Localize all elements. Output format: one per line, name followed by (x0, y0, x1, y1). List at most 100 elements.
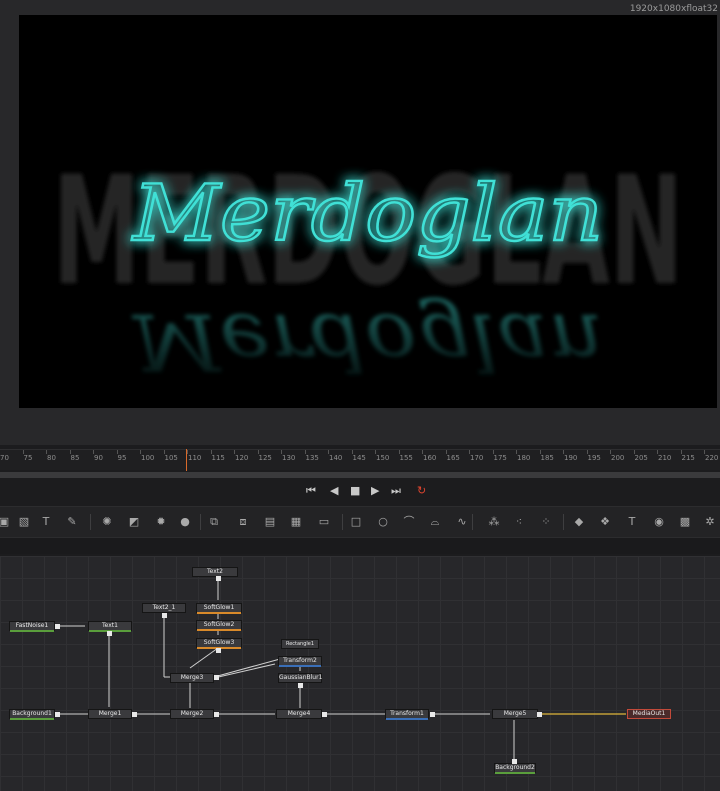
node-text2[interactable]: Text2 (192, 567, 238, 577)
node-transform1[interactable]: Transform1 (385, 709, 429, 720)
node-fastnoise1[interactable]: FastNoise1 (9, 621, 55, 632)
paint-icon[interactable]: ▧ (16, 514, 32, 530)
node-background2[interactable]: Background2 (494, 763, 536, 774)
color-corrector-icon[interactable]: ◩ (126, 514, 142, 530)
timeline-tick-label: 80 (47, 454, 56, 462)
node-output-pin[interactable] (322, 712, 327, 717)
timeline-tick-mark (69, 450, 71, 454)
node-softglow3[interactable]: SoftGlow3 (196, 638, 242, 649)
shape3d-icon[interactable]: ◆ (571, 514, 587, 530)
camera3d-icon[interactable]: ◉ (651, 514, 667, 530)
skip-to-start-button[interactable]: ⏮ (306, 484, 316, 498)
text3d-icon[interactable]: ❖ (597, 514, 613, 530)
skip-to-end-button[interactable]: ⏭ (391, 484, 401, 498)
node-output-pin[interactable] (216, 648, 221, 653)
polygon-mask-icon[interactable]: ⌒ (401, 514, 417, 530)
timeline-tick-label: 170 (470, 454, 484, 462)
stop-button[interactable]: ■ (350, 484, 360, 497)
toolbar-separator (563, 514, 564, 530)
node-gaussianblur1[interactable]: GaussianBlur1 (278, 673, 322, 683)
blur-icon[interactable]: ● (177, 514, 193, 530)
timeline-tick-mark (445, 450, 447, 454)
node-background1[interactable]: Background1 (9, 709, 55, 720)
bitmap-mask-icon[interactable]: ∿ (454, 514, 470, 530)
timeline-tick-label: 165 (446, 454, 460, 462)
playhead[interactable] (186, 449, 187, 471)
toolbar-separator (342, 514, 343, 530)
node-output-pin[interactable] (216, 576, 221, 581)
node-text1[interactable]: Text1 (88, 621, 132, 632)
merge3d-icon[interactable]: T (624, 514, 640, 530)
timeline-tick-label: 85 (70, 454, 80, 462)
timeline-tick-mark (680, 450, 682, 454)
merge-icon[interactable]: ⧉ (206, 514, 222, 530)
timeline-tick-label: 155 (399, 454, 413, 462)
transport-controls: ⏮ ◀ ■ ▶ ⏭ ↻ (0, 480, 720, 504)
viewer-canvas[interactable]: MERDOGLAN Merdoglan Merdoglan (19, 15, 717, 408)
node-merge5[interactable]: Merge5 (492, 709, 538, 719)
rectangle-mask-icon[interactable]: □ (348, 514, 364, 530)
timeline-scrollbar[interactable] (0, 472, 720, 478)
loop-button[interactable]: ↻ (417, 484, 426, 497)
node-output-pin[interactable] (132, 712, 137, 717)
merge-alt-icon[interactable]: ⧈ (235, 514, 251, 530)
node-mediaout1[interactable]: MediaOut1 (627, 709, 671, 719)
node-merge1[interactable]: Merge1 (88, 709, 132, 719)
saver-icon[interactable]: ▦ (288, 514, 304, 530)
node-output-pin[interactable] (162, 613, 167, 618)
timeline-tick-mark (46, 450, 47, 454)
ellipse-mask-icon[interactable]: ○ (375, 514, 391, 530)
transform-icon[interactable]: ▭ (316, 514, 332, 530)
timeline-tick-label: 130 (282, 454, 296, 462)
renderer3d-icon[interactable]: ▩ (677, 514, 693, 530)
node-output-pin[interactable] (214, 712, 219, 717)
node-color-bar (279, 665, 321, 667)
play-reverse-button[interactable]: ◀ (330, 484, 338, 497)
node-transform2[interactable]: Transform2 (278, 656, 322, 667)
toolbar-separator (472, 514, 473, 530)
node-rectangle1[interactable]: Rectangle1 (281, 639, 319, 649)
timeline-tick-mark (586, 450, 588, 454)
timeline-tick-mark (328, 450, 329, 454)
node-output-pin[interactable] (55, 712, 60, 717)
toolbar-separator (200, 514, 201, 530)
node-softglow2-label: SoftGlow2 (203, 621, 235, 628)
node-softglow1[interactable]: SoftGlow1 (196, 603, 242, 614)
play-forward-button[interactable]: ▶ (371, 484, 379, 497)
node-softglow2[interactable]: SoftGlow2 (196, 620, 242, 631)
particles-icon[interactable]: ✺ (99, 514, 115, 530)
particle-render-icon[interactable]: ⁖ (511, 514, 527, 530)
node-output-pin[interactable] (214, 675, 219, 680)
bspline-mask-icon[interactable]: ⌓ (427, 514, 443, 530)
node-merge3[interactable]: Merge3 (170, 673, 214, 683)
node-output-pin[interactable] (55, 624, 60, 629)
loader-icon[interactable]: ▤ (262, 514, 278, 530)
timeline-tick-label: 90 (94, 454, 103, 462)
particle-style-icon[interactable]: ⁘ (538, 514, 554, 530)
particle-emitter-icon[interactable]: ⁂ (486, 514, 502, 530)
timeline-tick-label: 135 (305, 454, 319, 462)
background-icon[interactable]: ▣ (0, 514, 12, 530)
node-output-pin[interactable] (298, 683, 303, 688)
text-icon[interactable]: T (38, 514, 54, 530)
timeline-tick-mark (210, 450, 212, 454)
brush-icon[interactable]: ✎ (64, 514, 80, 530)
timeline-tick-mark (657, 450, 658, 454)
timeline-tick-label: 125 (258, 454, 272, 462)
node-color-bar (197, 612, 241, 614)
node-output-pin[interactable] (537, 712, 542, 717)
timeline-ruler[interactable]: 70 75 80 85 90 95 100 105 110 115 120 125 130 135 140 1… (0, 449, 720, 470)
node-color-bar (10, 718, 54, 720)
brightness-icon[interactable]: ✹ (153, 514, 169, 530)
node-output-pin[interactable] (512, 759, 517, 764)
node-output-pin[interactable] (107, 631, 112, 636)
light-icon[interactable]: ✲ (702, 514, 718, 530)
node-text2-1[interactable]: Text2_1 (142, 603, 186, 613)
timeline-tick-label: 75 (23, 454, 33, 462)
node-merge2[interactable]: Merge2 (170, 709, 214, 719)
node-merge4[interactable]: Merge4 (276, 709, 322, 719)
timeline-tick-label: 145 (352, 454, 366, 462)
timeline-tick-mark (610, 450, 611, 454)
node-editor[interactable]: Text2 Text2_1 SoftGlow1 SoftGlow2 SoftGl… (0, 556, 720, 791)
node-output-pin[interactable] (430, 712, 435, 717)
